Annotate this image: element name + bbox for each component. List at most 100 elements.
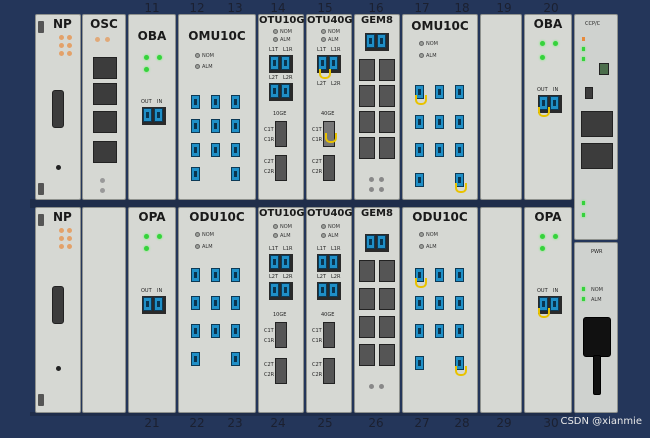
sfp-module[interactable] — [275, 155, 287, 181]
card-omu10c-2[interactable]: OMU10C NOM ALM — [402, 14, 478, 200]
fiber-port[interactable] — [415, 296, 424, 310]
sfp-module[interactable] — [379, 85, 395, 107]
fiber-port[interactable] — [231, 296, 240, 310]
fiber-port[interactable] — [455, 324, 464, 338]
console-port[interactable] — [52, 286, 64, 324]
fiber-port[interactable] — [211, 268, 220, 282]
fiber-port[interactable] — [231, 143, 240, 157]
fiber-port[interactable] — [455, 143, 464, 157]
sfp-module[interactable] — [359, 288, 375, 310]
fiber-port[interactable] — [415, 173, 424, 187]
fiber-port[interactable] — [191, 268, 200, 282]
sfp-module[interactable] — [379, 288, 395, 310]
fiber-port[interactable] — [281, 283, 290, 297]
fiber-port[interactable] — [143, 108, 152, 122]
sfp-module[interactable] — [359, 316, 375, 338]
fiber-port[interactable] — [191, 119, 200, 133]
fiber-port[interactable] — [211, 95, 220, 109]
sfp-module[interactable] — [275, 322, 287, 348]
sfp-module[interactable] — [359, 85, 375, 107]
card-otu10g-14[interactable]: OTU10G NOM ALM L1T L1R L2T L2R 10GE C1T … — [258, 14, 305, 200]
sfp-module[interactable] — [275, 121, 287, 147]
sfp-module[interactable] — [379, 344, 395, 366]
card-ccpc[interactable]: CCP/C — [574, 14, 618, 240]
card-otu10g-24[interactable]: OTU10G NOM ALM L1T L1R L2T L2R 10GE C1T … — [258, 207, 305, 413]
fiber-port[interactable] — [281, 56, 290, 70]
card-odu10c[interactable]: ODU10C NOM ALM — [178, 207, 256, 413]
card-np-top[interactable]: NP — [35, 14, 81, 200]
sfp-module[interactable] — [323, 322, 335, 348]
fiber-port[interactable] — [415, 115, 424, 129]
fiber-port[interactable] — [191, 167, 200, 181]
card-oba-11[interactable]: OBA OUT IN — [128, 14, 176, 200]
ethernet-port[interactable] — [93, 111, 117, 133]
fiber-port[interactable] — [329, 283, 338, 297]
fiber-port[interactable] — [191, 352, 200, 366]
fiber-port[interactable] — [377, 235, 386, 249]
fiber-port[interactable] — [143, 297, 152, 311]
ethernet-port[interactable] — [581, 111, 613, 137]
card-oba-20[interactable]: OBA OUT IN — [524, 14, 572, 200]
sfp-module[interactable] — [275, 358, 287, 384]
fiber-port[interactable] — [318, 56, 327, 70]
sfp-module[interactable] — [359, 344, 375, 366]
fiber-port[interactable] — [329, 56, 338, 70]
ethernet-port[interactable] — [581, 143, 613, 169]
usb-port[interactable] — [599, 63, 609, 75]
fiber-port[interactable] — [231, 268, 240, 282]
fiber-port[interactable] — [455, 85, 464, 99]
card-np-bottom[interactable]: NP — [35, 207, 81, 413]
fiber-port[interactable] — [211, 119, 220, 133]
fiber-port[interactable] — [366, 235, 375, 249]
fiber-port[interactable] — [281, 84, 290, 98]
sfp-module[interactable] — [379, 111, 395, 133]
card-otu40g-25[interactable]: OTU40G NOM ALM L1T L1R L2T L2R 40GE C1T … — [306, 207, 353, 413]
sfp-module[interactable] — [359, 137, 375, 159]
sfp-module[interactable] — [359, 260, 375, 282]
fiber-port[interactable] — [270, 56, 279, 70]
fiber-port[interactable] — [231, 95, 240, 109]
fiber-port[interactable] — [270, 255, 279, 269]
fiber-port[interactable] — [377, 34, 386, 48]
fiber-port[interactable] — [455, 296, 464, 310]
ethernet-port[interactable] — [93, 141, 117, 163]
fiber-port[interactable] — [455, 268, 464, 282]
card-opa-21[interactable]: OPA OUT IN — [128, 207, 176, 413]
fiber-port[interactable] — [281, 255, 290, 269]
sfp-module[interactable] — [379, 260, 395, 282]
fiber-port[interactable] — [435, 85, 444, 99]
fiber-port[interactable] — [270, 84, 279, 98]
fiber-port[interactable] — [435, 296, 444, 310]
ethernet-port[interactable] — [93, 57, 117, 79]
fiber-port[interactable] — [191, 95, 200, 109]
fiber-port[interactable] — [415, 324, 424, 338]
card-opa-30[interactable]: OPA OUT IN — [524, 207, 572, 413]
fiber-port[interactable] — [191, 324, 200, 338]
fiber-port[interactable] — [231, 167, 240, 181]
fiber-port[interactable] — [318, 255, 327, 269]
sfp-module[interactable] — [359, 111, 375, 133]
fiber-port[interactable] — [415, 356, 424, 370]
fiber-port[interactable] — [550, 96, 559, 110]
fiber-port[interactable] — [191, 143, 200, 157]
sfp-module[interactable] — [323, 358, 335, 384]
card-osc[interactable]: OSC — [82, 14, 126, 200]
fiber-port[interactable] — [435, 324, 444, 338]
fiber-port[interactable] — [154, 108, 163, 122]
fiber-port[interactable] — [435, 268, 444, 282]
sfp-module[interactable] — [379, 316, 395, 338]
card-gem8-26[interactable]: GEM8 — [354, 207, 400, 413]
card-omu10c[interactable]: OMU10C NOM ALM — [178, 14, 256, 200]
fiber-port[interactable] — [435, 143, 444, 157]
card-gem8-16[interactable]: GEM8 — [354, 14, 400, 200]
fiber-port[interactable] — [231, 119, 240, 133]
card-otu40g-15[interactable]: OTU40G NOM ALM L1T L1R L2T L2R 40GE C1T … — [306, 14, 353, 200]
fiber-port[interactable] — [191, 296, 200, 310]
fiber-port[interactable] — [231, 352, 240, 366]
fiber-port[interactable] — [550, 297, 559, 311]
fiber-port[interactable] — [211, 296, 220, 310]
fiber-port[interactable] — [415, 143, 424, 157]
card-pwr[interactable]: PWR NOM ALM — [574, 242, 618, 413]
fiber-port[interactable] — [154, 297, 163, 311]
fiber-port[interactable] — [211, 324, 220, 338]
